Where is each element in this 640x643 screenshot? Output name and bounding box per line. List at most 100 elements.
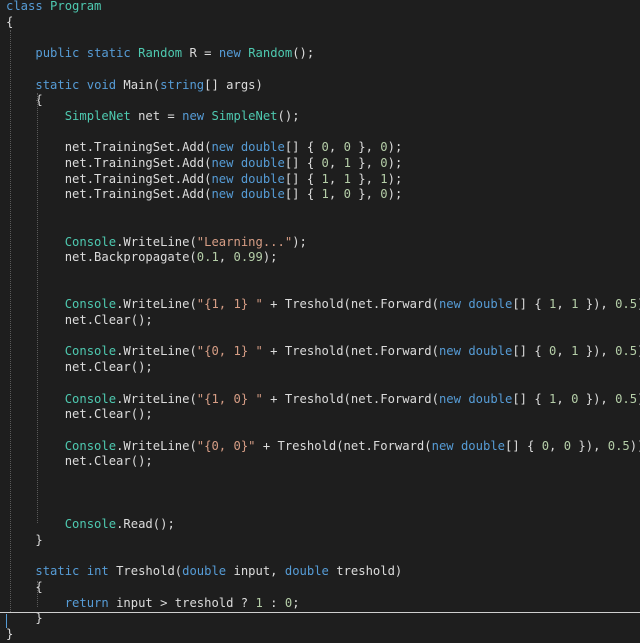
code-token: double <box>468 297 513 312</box>
code-token: treshold) <box>328 564 403 579</box>
code-token: 0.5 <box>607 438 630 453</box>
code-token: 1 <box>343 171 351 186</box>
code-token: 0 <box>343 140 351 155</box>
code-token: static <box>35 564 80 579</box>
code-line[interactable]: { <box>6 15 13 31</box>
brace-match-marker <box>6 614 12 628</box>
code-token: 0 <box>343 187 351 202</box>
code-token: "Learning..." <box>196 234 293 249</box>
code-token: net.Clear(); <box>6 313 153 327</box>
code-token: .WriteLine( <box>116 234 197 249</box>
code-token: double <box>240 171 285 186</box>
code-token: [] { <box>284 171 322 186</box>
code-token: ); <box>262 250 278 265</box>
code-token: , <box>556 297 572 312</box>
code-token: .Read(); <box>116 517 175 532</box>
code-line[interactable]: net.Clear(); <box>6 360 153 376</box>
code-token: 1 <box>255 595 263 610</box>
code-token: 1 <box>343 156 351 170</box>
code-line[interactable]: static void Main(string[] args) <box>6 78 263 94</box>
code-token: [] { <box>284 140 322 155</box>
code-token: (); <box>277 108 300 123</box>
code-token: new <box>182 108 205 123</box>
code-token: ; <box>292 595 300 610</box>
code-line[interactable]: Console.Read(); <box>6 517 175 533</box>
code-line[interactable]: net.TrainingSet.Add(new double[] { 0, 0 … <box>6 140 403 156</box>
code-line[interactable]: Console.WriteLine("{1, 1} " + Treshold(n… <box>6 297 640 313</box>
code-token: double <box>460 438 505 453</box>
code-token: }), <box>571 438 608 453</box>
code-token: new <box>438 391 461 406</box>
code-token: net = <box>130 108 183 123</box>
code-editor[interactable]: class Program{ public static Random R = … <box>0 0 640 641</box>
code-token: .WriteLine( <box>116 297 197 312</box>
code-token: new <box>211 187 234 202</box>
indent-guide-class <box>10 30 11 612</box>
code-line[interactable]: net.Clear(); <box>6 313 153 329</box>
code-token: }, <box>350 140 381 155</box>
code-token: Main( <box>116 77 161 92</box>
code-token: 0.5 <box>615 297 638 312</box>
code-token: public <box>35 46 80 61</box>
code-token: + Treshold(net.Forward( <box>262 297 439 312</box>
code-line[interactable]: Console.WriteLine("Learning..."); <box>6 235 307 251</box>
code-token: string <box>160 77 205 92</box>
code-line[interactable]: net.Clear(); <box>6 407 153 423</box>
code-line[interactable]: static int Treshold(double input, double… <box>6 564 402 580</box>
code-token: [] { <box>512 297 550 312</box>
code-line[interactable]: SimpleNet net = new SimpleNet(); <box>6 109 300 125</box>
code-token: 0.99 <box>233 250 263 265</box>
code-token: Console <box>64 391 117 406</box>
code-token: new <box>438 297 461 312</box>
code-token: "{1, 1} " <box>196 297 263 312</box>
code-line[interactable]: net.TrainingSet.Add(new double[] { 1, 0 … <box>6 187 403 203</box>
code-line[interactable]: net.TrainingSet.Add(new double[] { 1, 1 … <box>6 171 403 188</box>
code-line[interactable]: net.Backpropagate(0.1, 0.99); <box>6 250 278 266</box>
code-token: 0 <box>380 156 388 170</box>
code-token: [] args) <box>204 77 263 92</box>
code-token: SimpleNet <box>211 108 278 123</box>
code-token: new <box>218 46 241 61</box>
code-line[interactable]: class Program <box>6 0 101 15</box>
code-line[interactable]: return input > treshold ? 1 : 0; <box>6 596 300 612</box>
code-line[interactable]: net.TrainingSet.Add(new double[] { 0, 1 … <box>6 156 403 172</box>
code-line[interactable]: } <box>6 533 42 549</box>
code-token: }), <box>578 391 616 406</box>
code-line[interactable]: Console.WriteLine("{0, 1} " + Treshold(n… <box>6 344 640 360</box>
code-token: .WriteLine( <box>116 344 197 359</box>
code-token: new <box>438 344 461 359</box>
code-line[interactable]: } <box>6 627 13 643</box>
code-token: , <box>328 171 344 186</box>
code-token: int <box>86 564 109 579</box>
code-token: )); <box>629 438 640 453</box>
code-token: [] { <box>505 438 542 453</box>
code-token: + Treshold(net.Forward( <box>262 391 439 406</box>
code-token: 0 <box>563 438 572 453</box>
code-token: } <box>6 627 14 641</box>
code-token: ); <box>387 156 403 170</box>
code-token: .WriteLine( <box>116 391 197 406</box>
code-token: { <box>6 14 14 29</box>
code-line[interactable]: Console.WriteLine("{0, 0}" + Treshold(ne… <box>6 439 640 455</box>
code-token: double <box>240 156 285 170</box>
code-token: + Treshold(net.Forward( <box>255 438 432 453</box>
code-token: "{0, 0}" <box>196 438 256 453</box>
code-token: double <box>468 391 513 406</box>
code-token: [] { <box>512 391 550 406</box>
code-line[interactable]: net.Clear(); <box>6 454 153 470</box>
code-line[interactable]: Console.WriteLine("{1, 0} " + Treshold(n… <box>6 392 640 408</box>
editor-bottom-border <box>0 612 640 613</box>
code-line[interactable]: public static Random R = new Random(); <box>6 46 314 62</box>
code-token: 1 <box>321 187 329 202</box>
code-token: new <box>211 156 234 170</box>
